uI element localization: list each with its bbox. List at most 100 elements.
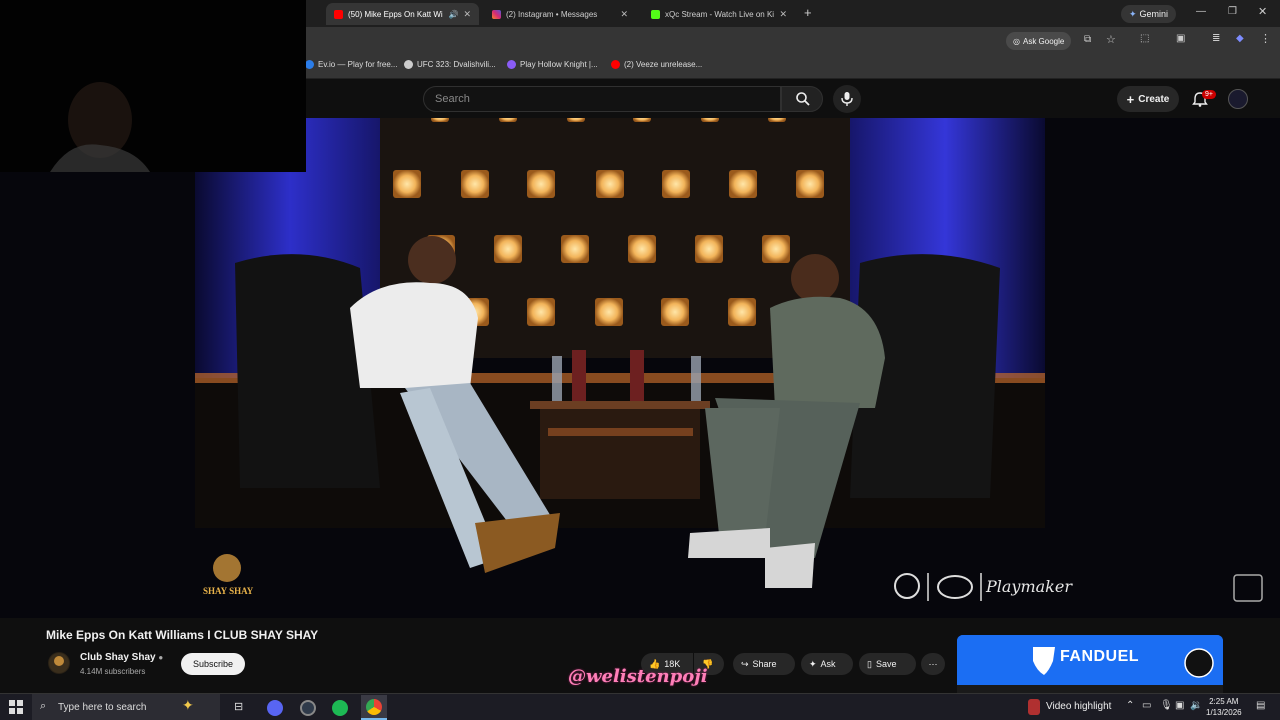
reading-list-icon[interactable]: ≣: [1212, 33, 1220, 44]
share-button[interactable]: ↪ Share: [733, 653, 795, 675]
discord-app-icon[interactable]: [267, 700, 283, 716]
video-highlight-label[interactable]: Video highlight: [1046, 701, 1111, 712]
light-cube: [527, 170, 555, 198]
playmaker-logo-text: Playmaker: [985, 577, 1073, 596]
subscriber-count: 4.14M subscribers: [80, 667, 146, 676]
channel-name-label: Club Shay Shay: [80, 652, 156, 663]
notification-center-icon[interactable]: ▤: [1256, 700, 1265, 711]
channel-name[interactable]: Club Shay Shay ●: [80, 652, 163, 663]
light-cube: [431, 118, 449, 122]
search-icon: [796, 92, 810, 106]
light-cube: [662, 170, 690, 198]
light-cube: [393, 170, 421, 198]
close-window-icon[interactable]: ✕: [1258, 5, 1267, 18]
light-cube: [768, 118, 786, 122]
plus-icon: +: [1126, 91, 1135, 107]
search-icon: ⌕: [40, 700, 47, 712]
bookmark-favicon-icon: [611, 60, 620, 69]
ask-google-button[interactable]: ◎ Ask Google: [1006, 32, 1072, 50]
windows-start-icon[interactable]: [9, 700, 23, 714]
obs-app-icon[interactable]: [300, 700, 316, 716]
maximize-icon[interactable]: ❐: [1228, 6, 1237, 17]
chevron-up-icon[interactable]: ⌃: [1126, 700, 1134, 711]
search-button[interactable]: [781, 86, 823, 112]
channel-avatar[interactable]: [48, 652, 70, 674]
streamer-watermark: @welistenpoji: [568, 666, 708, 687]
profile-icon[interactable]: ◆: [1236, 33, 1244, 44]
light-cube: [728, 298, 756, 326]
fanduel-brand-label: FANDUEL: [1060, 648, 1140, 665]
light-cube: [561, 235, 589, 263]
bookmark-label: Play Hollow Knight |...: [520, 60, 598, 69]
network-icon[interactable]: ▣: [1175, 700, 1184, 711]
close-tab-icon[interactable]: ✕: [779, 9, 787, 20]
minimize-icon[interactable]: —: [1196, 6, 1206, 17]
subscribe-button[interactable]: Subscribe: [181, 653, 245, 675]
bookmark-item[interactable]: UFC 323: Dvalishvili...: [404, 60, 496, 69]
save-button[interactable]: ▯ Save: [859, 653, 916, 675]
light-cube: [527, 298, 555, 326]
account-avatar[interactable]: [1228, 89, 1248, 109]
taskbar-search-input[interactable]: ⌕ Type here to search ✦: [32, 694, 220, 720]
more-horizontal-icon: ⋯: [928, 658, 938, 669]
light-cube: [796, 170, 824, 198]
system-clock[interactable]: 2:25 AM 1/13/2026: [1206, 696, 1242, 718]
task-view-icon[interactable]: ⊟: [234, 700, 243, 713]
ask-google-label: Ask Google: [1022, 36, 1065, 46]
more-actions-button[interactable]: ⋯: [921, 653, 945, 675]
ask-button[interactable]: ✦ Ask: [801, 653, 853, 675]
volume-icon[interactable]: 🔉: [1190, 700, 1202, 711]
video-title: Mike Epps On Katt Williams I CLUB SHAY S…: [46, 628, 319, 642]
install-app-icon[interactable]: ⧉: [1084, 34, 1091, 45]
sparkle-icon: ✦: [1129, 8, 1137, 19]
webcam-frame: [0, 0, 306, 172]
light-cube: [596, 170, 624, 198]
notification-count-badge: 9+: [1202, 90, 1216, 99]
microphone-icon: [841, 92, 853, 106]
close-tab-icon[interactable]: ✕: [463, 9, 471, 20]
create-button[interactable]: + Create: [1117, 86, 1179, 112]
speaker-icon[interactable]: 🔊: [448, 10, 458, 19]
youtube-favicon-icon: [334, 9, 343, 19]
instagram-favicon-icon: [492, 9, 501, 19]
extensions-icon[interactable]: ⬚: [1140, 33, 1149, 44]
bookmark-star-icon[interactable]: ☆: [1106, 33, 1116, 46]
light-cube: [729, 170, 757, 198]
chrome-app-active[interactable]: [361, 695, 387, 720]
tab-instagram[interactable]: (2) Instagram • Messages ✕: [484, 3, 636, 25]
microphone-tray-icon[interactable]: 🎙: [1160, 700, 1173, 711]
save-label: Save: [875, 659, 897, 669]
close-tab-icon[interactable]: ✕: [620, 9, 628, 20]
tab-label: (50) Mike Epps On Katt Wil: [348, 9, 444, 19]
light-cube: [567, 118, 585, 122]
google-lens-icon: ◎: [1013, 36, 1020, 46]
sparkle-icon: ✦: [809, 658, 817, 669]
sidebar-icon[interactable]: ▣: [1176, 33, 1185, 44]
voice-search-button[interactable]: [833, 85, 861, 113]
tab-kick[interactable]: xQc Stream - Watch Live on Kic ✕: [643, 3, 795, 25]
bookmark-item[interactable]: Ev.io — Play for free...: [305, 60, 397, 69]
bookmark-favicon-icon: [507, 60, 516, 69]
ask-label: Ask: [820, 659, 836, 669]
menu-kebab-icon[interactable]: ⋮: [1260, 32, 1271, 45]
verified-check-icon: ●: [158, 653, 164, 662]
create-label: Create: [1138, 93, 1170, 105]
gemini-button[interactable]: ✦ Gemini: [1121, 5, 1177, 23]
bookmark-item[interactable]: Play Hollow Knight |...: [507, 60, 598, 69]
light-cube: [499, 118, 517, 122]
bookmark-label: (2) Veeze unrelease...: [624, 60, 703, 69]
light-cube: [633, 118, 651, 122]
streamer-webcam-overlay: [0, 0, 306, 172]
video-player[interactable]: SHAY SHAY Playmaker: [0, 118, 1280, 618]
new-tab-icon[interactable]: +: [804, 5, 812, 20]
tab-youtube[interactable]: (50) Mike Epps On Katt Wil 🔊 ✕: [326, 3, 479, 25]
search-input[interactable]: Search: [423, 86, 781, 112]
spotify-app-icon[interactable]: [332, 700, 348, 716]
search-highlight-icon: ✦: [182, 697, 194, 713]
light-cube: [661, 298, 689, 326]
share-label: Share: [752, 659, 777, 669]
search-placeholder: Search: [435, 93, 470, 105]
bookmark-label: Ev.io — Play for free...: [318, 60, 398, 69]
bookmark-item[interactable]: (2) Veeze unrelease...: [611, 60, 702, 69]
app-tray-icon[interactable]: ▭: [1142, 700, 1151, 711]
